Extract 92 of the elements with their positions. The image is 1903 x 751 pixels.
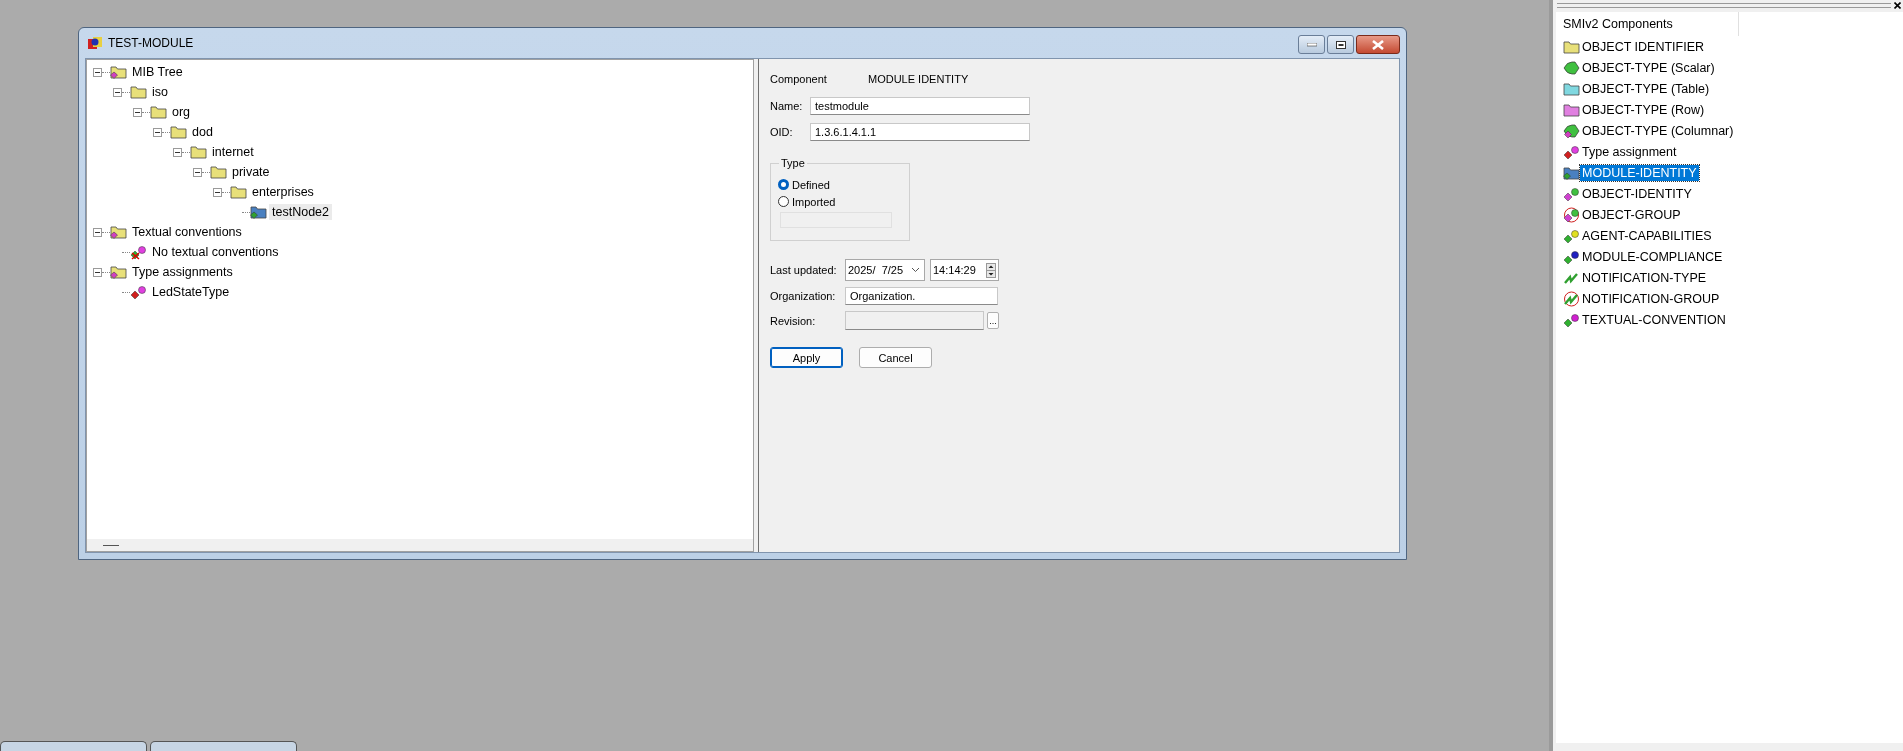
- diamond-ball-icon: [1563, 185, 1580, 202]
- diamond-ball-icon: [130, 284, 147, 300]
- folder-icon: [190, 144, 207, 160]
- pill-icon: [1563, 59, 1580, 76]
- expander-toggle[interactable]: [93, 227, 102, 237]
- diamond-ball-icon: [1563, 248, 1580, 265]
- tree-item[interactable]: MIB Tree: [129, 64, 186, 80]
- radio-button[interactable]: [778, 196, 789, 207]
- expander-toggle[interactable]: [153, 127, 162, 137]
- component-item[interactable]: OBJECT-TYPE (Columnar): [1580, 122, 1736, 139]
- circled-diamond-ball-icon: [1563, 206, 1580, 223]
- folder-icon: [1563, 38, 1580, 55]
- expander-toggle[interactable]: [133, 107, 142, 117]
- folder-icon: [110, 224, 127, 240]
- close-button[interactable]: [1891, 1, 1901, 9]
- tree-item[interactable]: dod: [189, 124, 216, 140]
- folder-icon: [1563, 80, 1580, 97]
- folder-icon: [150, 104, 167, 120]
- close-button[interactable]: [1356, 35, 1400, 54]
- radio-button[interactable]: [778, 179, 789, 190]
- folder-icon: [1563, 101, 1580, 118]
- diamond-ball-icon: [1563, 227, 1580, 244]
- maximize-button[interactable]: [1327, 35, 1354, 54]
- component-value: MODULE IDENTITY: [868, 73, 969, 85]
- apply-button[interactable]: Apply: [770, 347, 843, 368]
- field-label: Organization:: [770, 290, 837, 302]
- expander-toggle[interactable]: [113, 87, 122, 97]
- chevron-down-icon: [911, 267, 920, 273]
- expander-toggle[interactable]: [93, 67, 102, 77]
- component-label: Component: [770, 73, 828, 85]
- crossed-diamond-ball-icon: [130, 244, 147, 260]
- close-icon: [1894, 1, 1901, 9]
- expander-toggle[interactable]: [173, 147, 182, 157]
- component-item[interactable]: AGENT-CAPABILITIES: [1580, 227, 1714, 244]
- maximize-icon: [1335, 40, 1346, 49]
- folder-icon: [130, 84, 147, 100]
- close-icon: [1372, 39, 1384, 50]
- expander-toggle[interactable]: [193, 167, 202, 177]
- diamond-ball-icon: [1563, 143, 1580, 160]
- tree-item[interactable]: enterprises: [249, 184, 317, 200]
- column-header[interactable]: SMIv2 Components: [1556, 12, 1739, 36]
- minimize-icon: [1306, 42, 1317, 47]
- tree-item[interactable]: org: [169, 104, 194, 120]
- component-item[interactable]: OBJECT IDENTIFIER: [1580, 38, 1706, 55]
- component-item[interactable]: MODULE-IDENTITY: [1580, 164, 1699, 181]
- tree-item[interactable]: testNode2: [269, 204, 332, 220]
- component-item[interactable]: OBJECT-IDENTITY: [1580, 185, 1694, 202]
- component-item[interactable]: OBJECT-TYPE (Table): [1580, 80, 1712, 97]
- app-icon: [87, 35, 103, 51]
- tree-item[interactable]: Textual conventions: [129, 224, 245, 240]
- folder-icon: [230, 184, 247, 200]
- field-label: Name:: [770, 100, 804, 112]
- tree-item[interactable]: iso: [149, 84, 171, 100]
- expander-toggle[interactable]: [213, 187, 222, 197]
- component-item[interactable]: MODULE-COMPLIANCE: [1580, 248, 1725, 265]
- tree-item[interactable]: internet: [209, 144, 257, 160]
- time-field[interactable]: 14:14:29: [930, 259, 999, 281]
- diamond-ball-icon: [1563, 311, 1580, 328]
- component-item[interactable]: NOTIFICATION-GROUP: [1580, 290, 1722, 307]
- component-item[interactable]: TEXTUAL-CONVENTION: [1580, 311, 1728, 328]
- tree-item[interactable]: LedStateType: [149, 284, 233, 300]
- folder-icon: [1563, 164, 1580, 181]
- folder-icon: [110, 264, 127, 280]
- folder-icon: [110, 64, 127, 80]
- folder-icon: [170, 124, 187, 140]
- cancel-button[interactable]: Cancel: [859, 347, 932, 368]
- date-picker[interactable]: 2025/ 7/25: [845, 259, 925, 281]
- window-title: TEST-MODULE: [108, 36, 194, 50]
- organization-field[interactable]: Organization.: [845, 287, 998, 305]
- spinner-icon: [986, 262, 996, 278]
- oid-field[interactable]: 1.3.6.1.4.1.1: [810, 123, 1030, 141]
- folder-icon: [250, 204, 267, 220]
- expander-toggle[interactable]: [93, 267, 102, 277]
- minimized-window[interactable]: [150, 741, 297, 751]
- groupbox-title: Type: [779, 157, 807, 169]
- field-label: Last updated:: [770, 264, 838, 276]
- pill-icon: [1563, 122, 1580, 139]
- field-label: OID:: [770, 126, 794, 138]
- minimized-window[interactable]: [0, 741, 147, 751]
- name-field[interactable]: testmodule: [810, 97, 1030, 115]
- radio-label[interactable]: Defined: [792, 178, 833, 191]
- component-item[interactable]: Type assignment: [1580, 143, 1679, 160]
- tree-item[interactable]: Type assignments: [129, 264, 236, 280]
- component-item[interactable]: OBJECT-GROUP: [1580, 206, 1683, 223]
- tree-item[interactable]: No textual conventions: [149, 244, 282, 260]
- tree-item[interactable]: private: [229, 164, 273, 180]
- folder-icon: [210, 164, 227, 180]
- component-item[interactable]: OBJECT-TYPE (Scalar): [1580, 59, 1717, 76]
- field-label: Revision:: [770, 314, 817, 327]
- circled-zigzag-icon: [1563, 290, 1580, 307]
- component-item[interactable]: OBJECT-TYPE (Row): [1580, 101, 1707, 118]
- component-item[interactable]: NOTIFICATION-TYPE: [1580, 269, 1709, 286]
